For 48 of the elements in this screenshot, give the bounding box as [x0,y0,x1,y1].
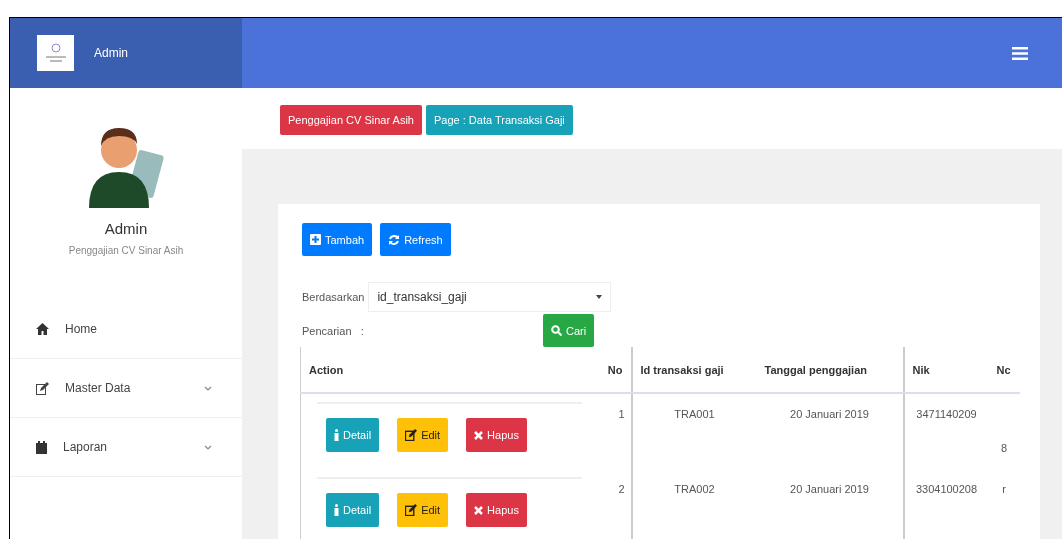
breadcrumb-badge: Penggajian CV Sinar Asih [280,105,422,135]
table-cell: 3304100208 [903,469,989,539]
search-button[interactable]: Cari [543,314,595,347]
profile-subtitle: Penggajian CV Sinar Asih [67,245,185,256]
table-cell-text: r [1001,482,1007,497]
search-label: Pencarian : [302,324,365,337]
detail-button[interactable]: Detail [326,418,380,452]
info-icon [334,504,339,516]
column-header: No [597,347,632,393]
table-cell: 20 Januari 2019 [756,393,904,469]
search-icon [551,325,562,336]
brand-name: Admin [94,46,128,60]
column-header: Nc [988,347,1020,393]
close-icon [474,505,484,515]
table-cell: 8 [988,393,1020,469]
column-header: Tanggal penggajian [756,347,904,393]
breadcrumb-badge: Page : Data Transaksi Gaji [425,105,573,135]
edit-button[interactable]: Edit [397,418,449,452]
calendar-icon [36,440,47,454]
table-cell: 2 [597,469,632,539]
column-header: Action [300,347,598,393]
home-icon [36,323,49,335]
table-cell: TRA001 [631,393,757,469]
add-button[interactable]: Tambah [302,223,373,256]
table-cell: 20 Januari 2019 [756,469,904,539]
refresh-button[interactable]: Refresh [380,223,451,256]
filter-select[interactable]: id_transaksi_gaji [368,282,612,312]
dropdown-caret-icon [596,295,603,299]
info-icon [334,429,339,441]
edit-icon [36,381,49,395]
refresh-icon [388,233,401,246]
menu-icon[interactable] [1012,46,1028,60]
delete-button[interactable]: Hapus [466,418,527,452]
detail-button[interactable]: Detail [326,493,380,527]
close-icon [474,430,484,440]
table-cell: 1 [597,393,632,469]
table-cell: TRA002 [631,469,757,539]
table-cell: 3471140209 [903,393,989,469]
column-header: Nik [903,347,989,393]
plus-square-icon [310,234,321,245]
logo-icon [43,42,68,64]
filter-label: Berdasarkan [302,291,365,303]
edit-button[interactable]: Edit [397,493,449,527]
delete-button[interactable]: Hapus [466,493,527,527]
column-header: Id transaksi gaji [631,347,757,393]
edit-icon [405,429,418,441]
edit-icon [405,504,418,516]
profile-name: Admin [103,220,149,237]
